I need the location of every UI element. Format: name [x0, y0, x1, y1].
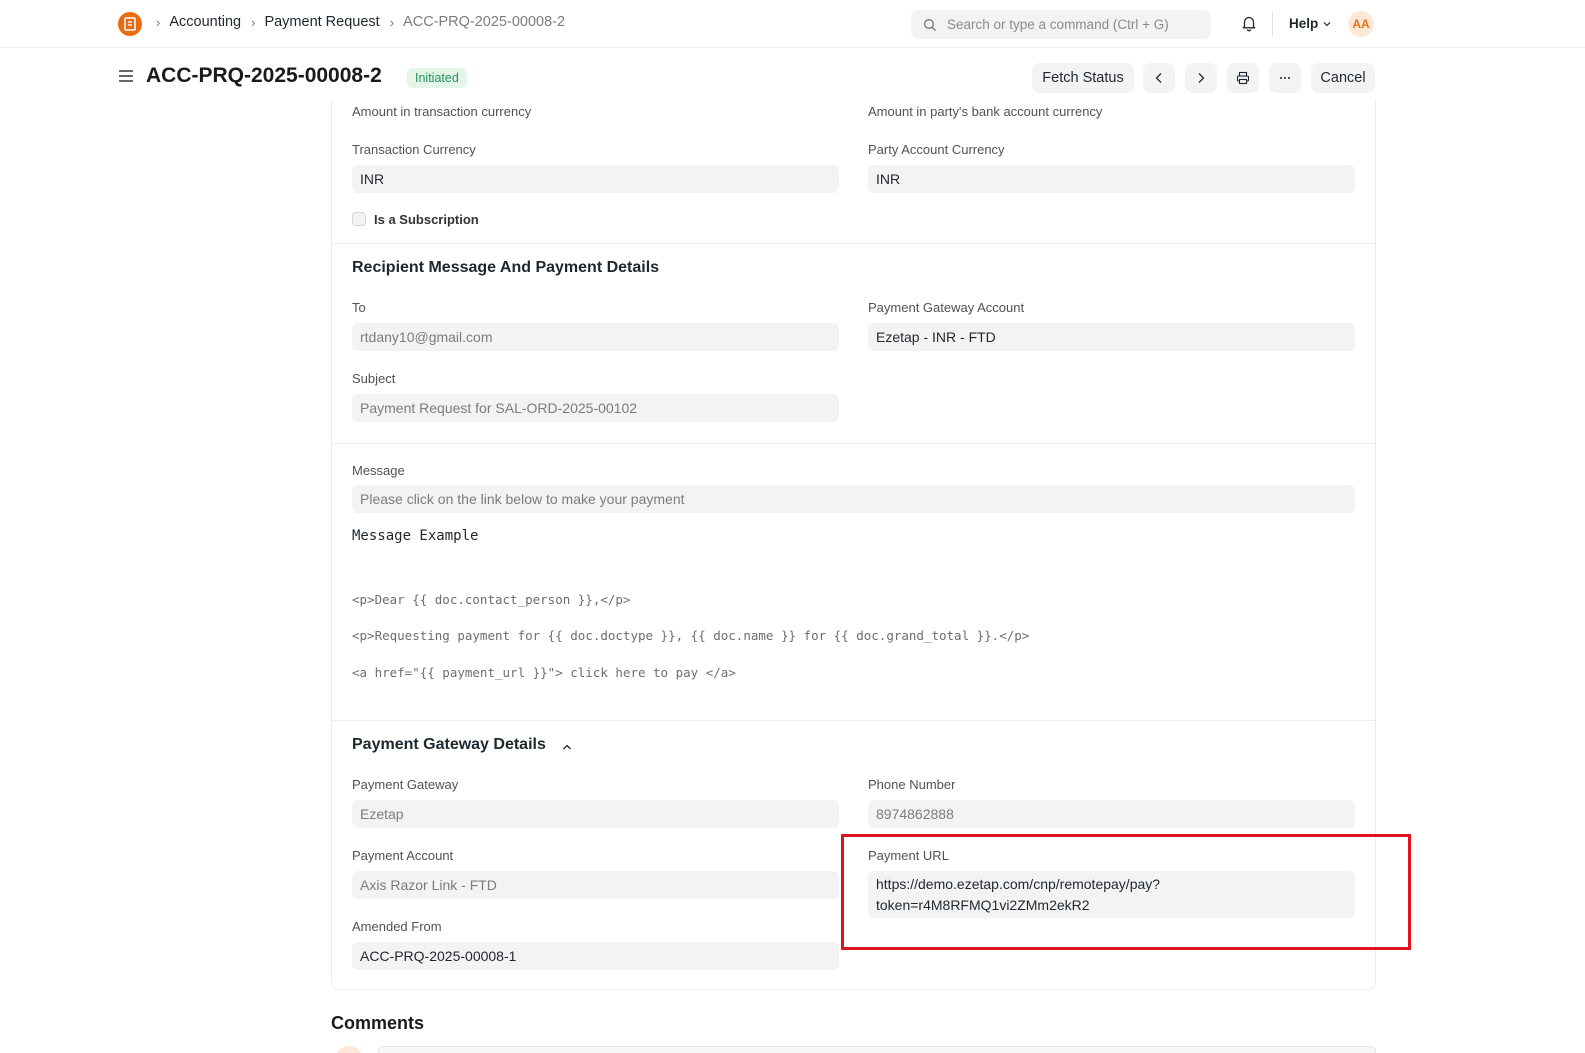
recipient-section-title: Recipient Message And Payment Details [352, 259, 660, 276]
app-logo[interactable] [118, 12, 142, 36]
user-avatar[interactable]: AA [1348, 11, 1374, 37]
next-doc-button[interactable] [1185, 63, 1217, 93]
chevron-right-icon: › [389, 14, 395, 30]
breadcrumb-payment-request[interactable]: Payment Request [264, 14, 379, 30]
ellipsis-icon [1280, 77, 1290, 79]
search-icon [924, 18, 936, 31]
to-field[interactable]: rtdany10@gmail.com [352, 323, 839, 351]
to-label: To [352, 300, 366, 315]
payment-gateway-field[interactable]: Ezetap [352, 800, 839, 828]
print-button[interactable] [1227, 63, 1259, 93]
transaction-currency-label: Transaction Currency [352, 142, 476, 157]
message-example-title: Message Example [352, 528, 479, 544]
subject-field[interactable]: Payment Request for SAL-ORD-2025-00102 [352, 394, 839, 422]
amended-from-field[interactable]: ACC-PRQ-2025-00008-1 [352, 942, 839, 970]
section-divider [331, 243, 1376, 244]
breadcrumb: › Accounting › Payment Request › ACC-PRQ… [156, 14, 575, 30]
message-example-line: <p>Dear {{ doc.contact_person }},</p> [352, 592, 631, 607]
payment-account-field[interactable]: Axis Razor Link - FTD [352, 871, 839, 899]
chevron-down-icon [1323, 21, 1331, 26]
chevron-up-icon[interactable] [561, 741, 573, 753]
amount-party-currency-heading: Amount in party's bank account currency [868, 104, 1103, 119]
breadcrumb-current-doc[interactable]: ACC-PRQ-2025-00008-2 [403, 14, 565, 30]
is-subscription-checkbox[interactable] [352, 212, 366, 226]
status-badge: Initiated [407, 68, 467, 88]
payment-gateway-label: Payment Gateway [352, 777, 459, 792]
subject-label: Subject [352, 371, 396, 386]
printer-icon [1236, 71, 1250, 85]
amended-from-label: Amended From [352, 919, 442, 934]
navbar-divider [1272, 12, 1273, 36]
previous-doc-button[interactable] [1143, 63, 1175, 93]
gateway-account-label: Payment Gateway Account [868, 300, 1025, 315]
page-title: ACC-PRQ-2025-00008-2 [146, 64, 382, 87]
breadcrumb-accounting[interactable]: Accounting [169, 14, 241, 30]
chevron-right-icon: › [156, 14, 161, 30]
chevron-left-icon [1155, 73, 1162, 83]
gateway-section-title[interactable]: Payment Gateway Details [352, 736, 546, 754]
is-subscription-label: Is a Subscription [374, 212, 479, 227]
chevron-right-icon [1198, 73, 1205, 83]
phone-number-field[interactable]: 8974862888 [868, 800, 1355, 828]
message-label: Message [352, 463, 405, 478]
message-field[interactable]: Please click on the link below to make y… [352, 485, 1355, 513]
party-account-currency-label: Party Account Currency [868, 142, 1005, 157]
chevron-right-icon: › [251, 14, 256, 30]
fetch-status-button[interactable]: Fetch Status [1032, 63, 1134, 93]
comment-input[interactable] [378, 1046, 1376, 1053]
payment-account-label: Payment Account [352, 848, 454, 863]
help-dropdown[interactable]: Help [1289, 16, 1332, 31]
amount-txn-currency-heading: Amount in transaction currency [352, 104, 532, 119]
phone-number-label: Phone Number [868, 777, 956, 792]
notification-bell-icon[interactable] [1240, 14, 1258, 32]
message-example-line: <p>Requesting payment for {{ doc.doctype… [352, 628, 1030, 643]
cancel-button[interactable]: Cancel [1311, 63, 1375, 93]
message-example-line: <a href="{{ payment_url }}"> click here … [352, 665, 736, 680]
transaction-currency-field[interactable]: INR [352, 165, 839, 193]
sidebar-toggle-icon[interactable] [118, 69, 134, 83]
erp-logo-icon [124, 17, 136, 31]
navbar: › Accounting › Payment Request › ACC-PRQ… [0, 0, 1585, 48]
section-divider [331, 720, 1376, 721]
comment-avatar [335, 1046, 363, 1053]
comments-title: Comments [331, 1013, 425, 1033]
party-account-currency-field[interactable]: INR [868, 165, 1355, 193]
annotation-highlight-box [841, 834, 1411, 950]
more-actions-button[interactable] [1269, 63, 1301, 93]
section-divider [331, 443, 1376, 444]
search-placeholder: Search or type a command (Ctrl + G) [947, 17, 1169, 32]
gateway-account-field[interactable]: Ezetap - INR - FTD [868, 323, 1355, 351]
help-label: Help [1289, 16, 1319, 31]
search-input[interactable]: Search or type a command (Ctrl + G) [911, 10, 1211, 39]
